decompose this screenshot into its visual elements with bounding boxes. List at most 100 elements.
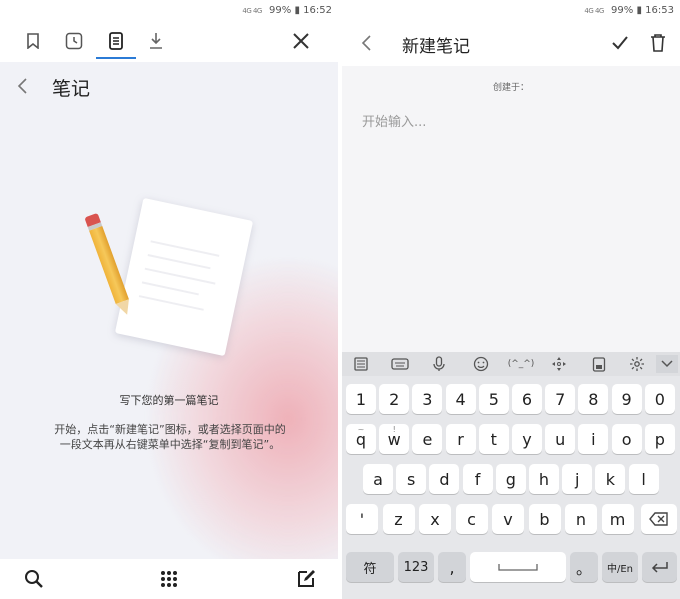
key-q[interactable]: q ~ xyxy=(346,424,376,454)
key-1[interactable]: 1 xyxy=(346,384,376,414)
collapse-icon[interactable] xyxy=(656,355,678,373)
key-w[interactable]: w! xyxy=(379,424,410,454)
key-secondary-label: ! xyxy=(392,425,396,434)
key-y[interactable]: y xyxy=(512,424,542,454)
key-label: 3 xyxy=(422,389,433,409)
key-secondary-label: ~ xyxy=(357,425,365,434)
backspace-key[interactable] xyxy=(641,504,677,534)
microphone-icon[interactable] xyxy=(428,355,450,373)
key-4[interactable]: 4 xyxy=(445,384,476,414)
key-n[interactable]: n xyxy=(565,504,597,534)
key-z[interactable]: z xyxy=(382,504,415,534)
key-8[interactable]: 8 xyxy=(578,384,609,414)
emoji-icon[interactable] xyxy=(470,355,492,373)
key-a[interactable]: a xyxy=(363,464,393,494)
active-tab-indicator xyxy=(96,57,136,59)
key-e[interactable]: e xyxy=(412,424,443,454)
key-label: a xyxy=(373,469,383,489)
key-c[interactable]: c xyxy=(455,504,488,534)
language-switch-key[interactable]: 中/En xyxy=(602,552,638,582)
status-bar: 4G 4G 99% ▮ 16:52 xyxy=(0,0,338,22)
numbers-key[interactable]: 123 xyxy=(398,552,434,582)
key-7[interactable]: 7 xyxy=(545,384,576,414)
key-l[interactable]: l xyxy=(628,464,659,494)
cursor-move-icon[interactable] xyxy=(548,355,570,373)
key-g[interactable]: g xyxy=(495,464,526,494)
pencil-illustration xyxy=(84,212,134,318)
close-icon[interactable] xyxy=(288,28,314,54)
back-icon[interactable] xyxy=(360,34,372,56)
clipboard-icon[interactable] xyxy=(588,355,610,373)
key-u[interactable]: u xyxy=(545,424,576,454)
key-d[interactable]: d xyxy=(429,464,460,494)
period-key[interactable]: 。 xyxy=(570,552,598,582)
key-label: m xyxy=(609,509,626,529)
key-label: 8 xyxy=(588,389,599,409)
grid-menu-icon[interactable] xyxy=(157,567,181,591)
battery-level: 99% xyxy=(269,5,292,16)
download-icon[interactable] xyxy=(143,28,169,54)
key-9[interactable]: 9 xyxy=(611,384,642,414)
save-check-icon[interactable] xyxy=(610,33,630,57)
back-icon[interactable] xyxy=(16,77,28,99)
key-label: x xyxy=(430,509,440,529)
key-t[interactable]: t xyxy=(478,424,509,454)
empty-state-title: 写下您的第一篇笔记 xyxy=(119,394,219,407)
key-label: y xyxy=(522,429,532,449)
key-label: 9 xyxy=(621,389,632,409)
key-6[interactable]: 6 xyxy=(512,384,542,414)
notes-icon[interactable] xyxy=(103,28,129,54)
key-r[interactable]: r xyxy=(445,424,476,454)
key-v[interactable]: v xyxy=(492,504,524,534)
keyboard-layout-icon[interactable] xyxy=(350,355,372,373)
key-k[interactable]: k xyxy=(595,464,626,494)
key-label: i xyxy=(591,429,596,449)
bookmark-icon[interactable] xyxy=(20,28,46,54)
enter-key[interactable] xyxy=(642,552,677,582)
kaomoji-button[interactable]: (^_^) xyxy=(506,355,536,373)
keyboard-icon[interactable] xyxy=(389,355,411,373)
key-b[interactable]: b xyxy=(528,504,561,534)
key-label: r xyxy=(457,429,464,449)
empty-state-description: 开始，点击“新建笔记”图标，或者选择页面中的一段文本再从右键菜单中选择“复制到笔… xyxy=(54,423,286,451)
key-3[interactable]: 3 xyxy=(412,384,443,414)
space-key[interactable] xyxy=(470,552,566,582)
history-icon[interactable] xyxy=(61,28,87,54)
key-j[interactable]: j xyxy=(562,464,593,494)
key-label: d xyxy=(439,469,450,489)
delete-trash-icon[interactable] xyxy=(650,33,666,57)
key-o[interactable]: o xyxy=(611,424,642,454)
settings-icon[interactable] xyxy=(626,355,648,373)
key-2[interactable]: 2 xyxy=(379,384,410,414)
new-note-screen: 4G 4G 99% ▮ 16:53 新建笔记 创建于： 开始输入... (^_^… xyxy=(342,0,680,599)
key-0[interactable]: 0 xyxy=(644,384,675,414)
created-timestamp-label: 创建于： xyxy=(492,83,529,93)
key-m[interactable]: m xyxy=(601,504,634,534)
comma-key[interactable]: , xyxy=(438,552,466,582)
signal-indicator: 4G 4G xyxy=(584,7,604,15)
key-label: e xyxy=(422,429,433,449)
key-label: h xyxy=(538,469,550,489)
key-label: f xyxy=(474,469,481,489)
key-label: 0 xyxy=(654,389,665,409)
key-i[interactable]: i xyxy=(578,424,609,454)
note-body-input[interactable] xyxy=(362,110,662,134)
key-h[interactable]: h xyxy=(529,464,559,494)
key-apostrophe[interactable]: ' xyxy=(346,504,378,534)
soft-keyboard: (^_^) 1234567890 q ~ w! e r t y u i o p asdfghjkl … xyxy=(342,352,680,599)
search-icon[interactable] xyxy=(22,567,46,591)
key-f[interactable]: f xyxy=(462,464,493,494)
edit-note-icon[interactable] xyxy=(294,567,318,591)
key-label: 7 xyxy=(555,389,566,409)
key-s[interactable]: s xyxy=(396,464,427,494)
key-label: k xyxy=(605,469,616,489)
letter-key-row-2: asd fghjk l xyxy=(342,464,680,494)
key-label: l xyxy=(641,469,646,489)
symbols-key[interactable]: 符 xyxy=(346,552,394,582)
key-5[interactable]: 5 xyxy=(478,384,509,414)
notes-header: 笔记 xyxy=(0,62,338,110)
key-x[interactable]: x xyxy=(419,504,451,534)
signal-indicator: 4G 4G xyxy=(242,7,262,15)
key-p[interactable]: p xyxy=(644,424,675,454)
bottom-toolbar xyxy=(0,559,338,599)
